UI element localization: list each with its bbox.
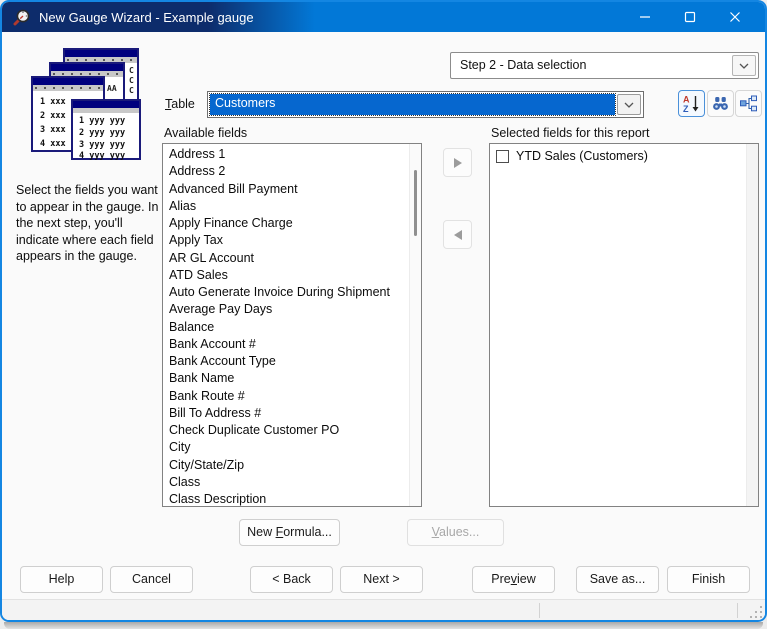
preview-button[interactable]: Preview bbox=[472, 566, 555, 593]
field-checkbox[interactable] bbox=[496, 149, 509, 163]
minimize-button[interactable] bbox=[622, 2, 667, 32]
available-field-item[interactable]: Bank Name bbox=[163, 370, 408, 387]
svg-text:4 yyy yyy: 4 yyy yyy bbox=[79, 151, 125, 161]
available-field-item[interactable]: Balance bbox=[163, 319, 408, 336]
available-field-item[interactable]: Bank Route # bbox=[163, 388, 408, 405]
svg-text:C: C bbox=[129, 86, 134, 95]
cancel-button[interactable]: Cancel bbox=[110, 566, 193, 593]
gauge-app-icon bbox=[13, 9, 30, 25]
available-field-item[interactable]: Average Pay Days bbox=[163, 301, 408, 318]
step-selector[interactable]: Step 2 - Data selection bbox=[450, 52, 759, 79]
svg-text:C: C bbox=[129, 66, 134, 75]
resize-grip-icon[interactable] bbox=[748, 604, 762, 618]
available-fields-label: Available fields bbox=[164, 126, 248, 140]
chevron-down-icon bbox=[739, 63, 749, 69]
sort-az-icon: A Z bbox=[683, 95, 699, 113]
available-field-item[interactable]: Address 2 bbox=[163, 163, 408, 180]
svg-text:2 yyy yyy: 2 yyy yyy bbox=[79, 128, 125, 138]
wizard-content: Step 2 - Data selection Table Customers … bbox=[2, 32, 765, 601]
graphic-window-front: 1 yyy yyy 2 yyy yyy 3 yyy yyy 4 yyy yyy bbox=[71, 99, 141, 161]
window-title: New Gauge Wizard - Example gauge bbox=[39, 9, 254, 25]
status-divider bbox=[539, 603, 540, 618]
new-formula-button[interactable]: New Formula... bbox=[239, 519, 340, 546]
svg-text:3 yyy yyy: 3 yyy yyy bbox=[79, 140, 125, 150]
available-fields-items: Address 1 Address 2 Advanced Bill Paymen… bbox=[163, 146, 408, 506]
available-field-item[interactable]: Class bbox=[163, 474, 408, 491]
sort-az-button[interactable]: A Z bbox=[678, 90, 705, 117]
svg-text:4 xxx: 4 xxx bbox=[40, 139, 66, 149]
status-bar bbox=[2, 599, 765, 620]
add-field-button[interactable] bbox=[443, 148, 472, 177]
available-field-item[interactable]: Advanced Bill Payment bbox=[163, 181, 408, 198]
window-shadow bbox=[4, 622, 763, 629]
chevron-down-icon bbox=[624, 102, 634, 108]
remove-field-button[interactable] bbox=[443, 220, 472, 249]
available-fields-list[interactable]: Address 1 Address 2 Advanced Bill Paymen… bbox=[162, 143, 422, 507]
selected-field-label: YTD Sales (Customers) bbox=[516, 149, 648, 163]
window-controls bbox=[622, 2, 757, 32]
available-field-item[interactable]: Apply Finance Charge bbox=[163, 215, 408, 232]
find-button[interactable] bbox=[707, 90, 734, 117]
svg-text:AA: AA bbox=[107, 84, 117, 93]
table-selector[interactable]: Customers bbox=[207, 91, 644, 118]
available-field-item[interactable]: Class Description bbox=[163, 491, 408, 506]
available-field-item[interactable]: Auto Generate Invoice During Shipment bbox=[163, 284, 408, 301]
minimize-icon bbox=[639, 16, 650, 18]
available-field-item[interactable]: ATD Sales bbox=[163, 267, 408, 284]
close-icon bbox=[729, 12, 740, 22]
svg-text:1 yyy yyy: 1 yyy yyy bbox=[79, 116, 125, 126]
values-button[interactable]: Values... bbox=[407, 519, 504, 546]
svg-text:2 xxx: 2 xxx bbox=[40, 111, 66, 121]
close-button[interactable] bbox=[712, 2, 757, 32]
titlebar[interactable]: New Gauge Wizard - Example gauge bbox=[2, 2, 765, 32]
wizard-window: New Gauge Wizard - Example gauge Step 2 … bbox=[0, 0, 767, 622]
svg-text:3 xxx: 3 xxx bbox=[40, 125, 66, 135]
selected-fields-list[interactable]: YTD Sales (Customers) bbox=[489, 143, 759, 507]
help-button[interactable]: Help bbox=[20, 566, 103, 593]
maximize-icon bbox=[684, 11, 695, 23]
status-divider bbox=[737, 603, 738, 618]
svg-text:C: C bbox=[129, 76, 134, 85]
scrollbar-thumb[interactable] bbox=[414, 170, 417, 236]
table-selector-value: Customers bbox=[209, 93, 616, 116]
binoculars-icon bbox=[713, 97, 728, 110]
available-field-item[interactable]: Bill To Address # bbox=[163, 405, 408, 422]
available-field-item[interactable]: Address 1 bbox=[163, 146, 408, 163]
available-field-item[interactable]: City bbox=[163, 439, 408, 456]
available-list-scrollbar[interactable] bbox=[409, 144, 421, 506]
selected-list-scrollbar[interactable] bbox=[746, 144, 758, 506]
available-field-item[interactable]: City/State/Zip bbox=[163, 457, 408, 474]
maximize-button[interactable] bbox=[667, 2, 712, 32]
available-field-item[interactable]: AR GL Account bbox=[163, 250, 408, 267]
step-description: Select the fields you want to appear in … bbox=[16, 183, 159, 264]
available-field-item[interactable]: Check Duplicate Customer PO bbox=[163, 422, 408, 439]
desktop-background: New Gauge Wizard - Example gauge Step 2 … bbox=[0, 0, 767, 629]
svg-text:A: A bbox=[683, 95, 690, 105]
available-field-item[interactable]: Bank Account Type bbox=[163, 353, 408, 370]
table-label: Table bbox=[165, 97, 195, 111]
available-field-item[interactable]: Apply Tax bbox=[163, 232, 408, 249]
table-selector-dropdown-button[interactable] bbox=[617, 94, 641, 115]
selected-fields-label: Selected fields for this report bbox=[491, 126, 650, 140]
svg-text:Z: Z bbox=[683, 104, 689, 113]
related-tables-icon bbox=[740, 95, 757, 112]
finish-button[interactable]: Finish bbox=[667, 566, 750, 593]
available-field-item[interactable]: Alias bbox=[163, 198, 408, 215]
arrow-right-icon bbox=[453, 157, 462, 168]
step-selector-dropdown-button[interactable] bbox=[732, 55, 756, 76]
selected-field-item[interactable]: YTD Sales (Customers) bbox=[490, 144, 758, 163]
related-tables-button[interactable] bbox=[735, 90, 762, 117]
back-button[interactable]: < Back bbox=[250, 566, 333, 593]
arrow-left-icon bbox=[453, 229, 462, 240]
wizard-graphic: C C C AA AA bbox=[31, 48, 141, 161]
next-button[interactable]: Next > bbox=[340, 566, 423, 593]
step-selector-value: Step 2 - Data selection bbox=[460, 58, 587, 72]
available-field-item[interactable]: Bank Account # bbox=[163, 336, 408, 353]
save-as-button[interactable]: Save as... bbox=[576, 566, 659, 593]
